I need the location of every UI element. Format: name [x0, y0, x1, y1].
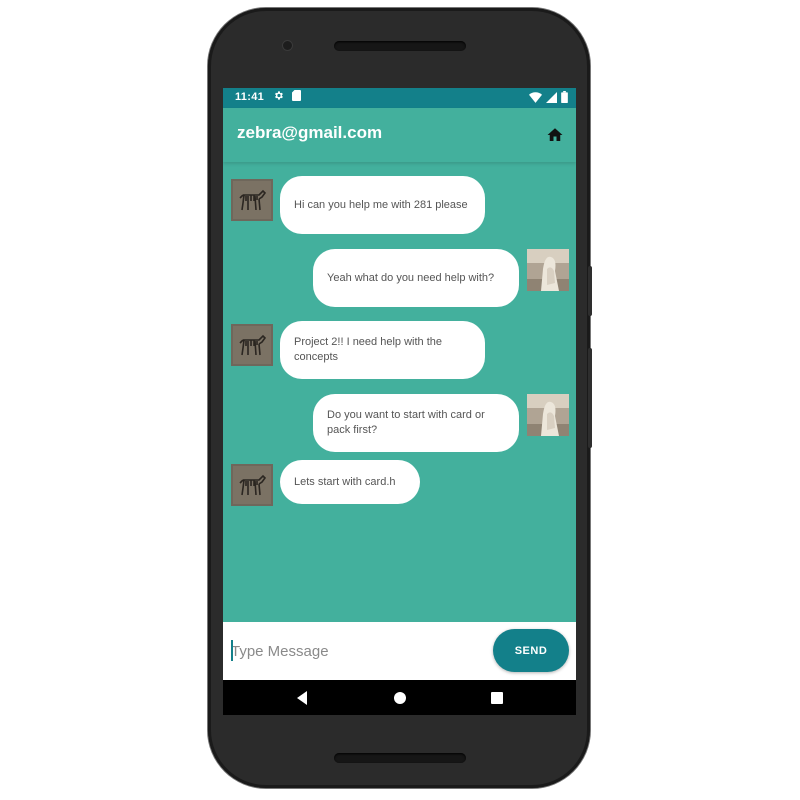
battery-icon — [561, 91, 568, 106]
message-row: Do you want to start with card or pack f… — [223, 394, 576, 452]
user-avatar — [527, 394, 569, 436]
front-camera — [283, 41, 292, 50]
message-row: Project 2!! I need help with the concept… — [223, 321, 576, 379]
message-bubble: Yeah what do you need help with? — [313, 249, 519, 307]
status-time: 11:41 — [235, 91, 265, 103]
message-list[interactable]: Hi can you help me with 281 please Yeah … — [223, 162, 576, 622]
page-title: zebra@gmail.com — [237, 123, 383, 142]
message-bubble: Hi can you help me with 281 please — [280, 176, 485, 234]
message-text: Project 2!! I need help with the concept… — [294, 336, 442, 363]
message-text: Hi can you help me with 281 please — [294, 198, 468, 211]
screen: 11:41 zebra@gmail.com Hi can you help me… — [223, 88, 576, 715]
home-icon[interactable] — [546, 126, 564, 144]
bottom-speaker — [334, 753, 466, 763]
message-bubble: Do you want to start with card or pack f… — [313, 394, 519, 452]
recents-icon[interactable] — [488, 689, 506, 707]
zebra-avatar — [231, 324, 273, 366]
signal-icon — [546, 91, 557, 106]
sd-card-icon — [292, 90, 301, 104]
app-bar: zebra@gmail.com — [223, 108, 576, 162]
zebra-avatar — [231, 179, 273, 221]
back-icon[interactable] — [293, 689, 311, 707]
message-text: Do you want to start with card or pack f… — [327, 409, 485, 436]
user-avatar — [527, 249, 569, 291]
message-composer: SEND — [223, 622, 576, 680]
power-button — [588, 266, 592, 316]
volume-button — [588, 348, 592, 448]
message-bubble: Project 2!! I need help with the concept… — [280, 321, 485, 379]
zebra-avatar — [231, 464, 273, 506]
phone-frame: 11:41 zebra@gmail.com Hi can you help me… — [208, 8, 592, 788]
send-button[interactable]: SEND — [493, 629, 569, 672]
message-row: Lets start with card.h — [223, 460, 576, 511]
message-row: Yeah what do you need help with? — [223, 249, 576, 307]
settings-icon — [273, 90, 284, 104]
message-input[interactable] — [231, 632, 481, 670]
text-cursor — [231, 640, 233, 661]
message-text: Yeah what do you need help with? — [327, 271, 495, 284]
message-bubble: Lets start with card.h — [280, 460, 420, 504]
message-row: Hi can you help me with 281 please — [223, 176, 576, 234]
top-speaker — [334, 41, 466, 51]
wifi-icon — [529, 91, 542, 106]
home-circle-icon[interactable] — [391, 689, 409, 707]
system-nav-bar — [223, 680, 576, 715]
message-text: Lets start with card.h — [294, 475, 396, 488]
status-bar: 11:41 — [223, 88, 576, 108]
